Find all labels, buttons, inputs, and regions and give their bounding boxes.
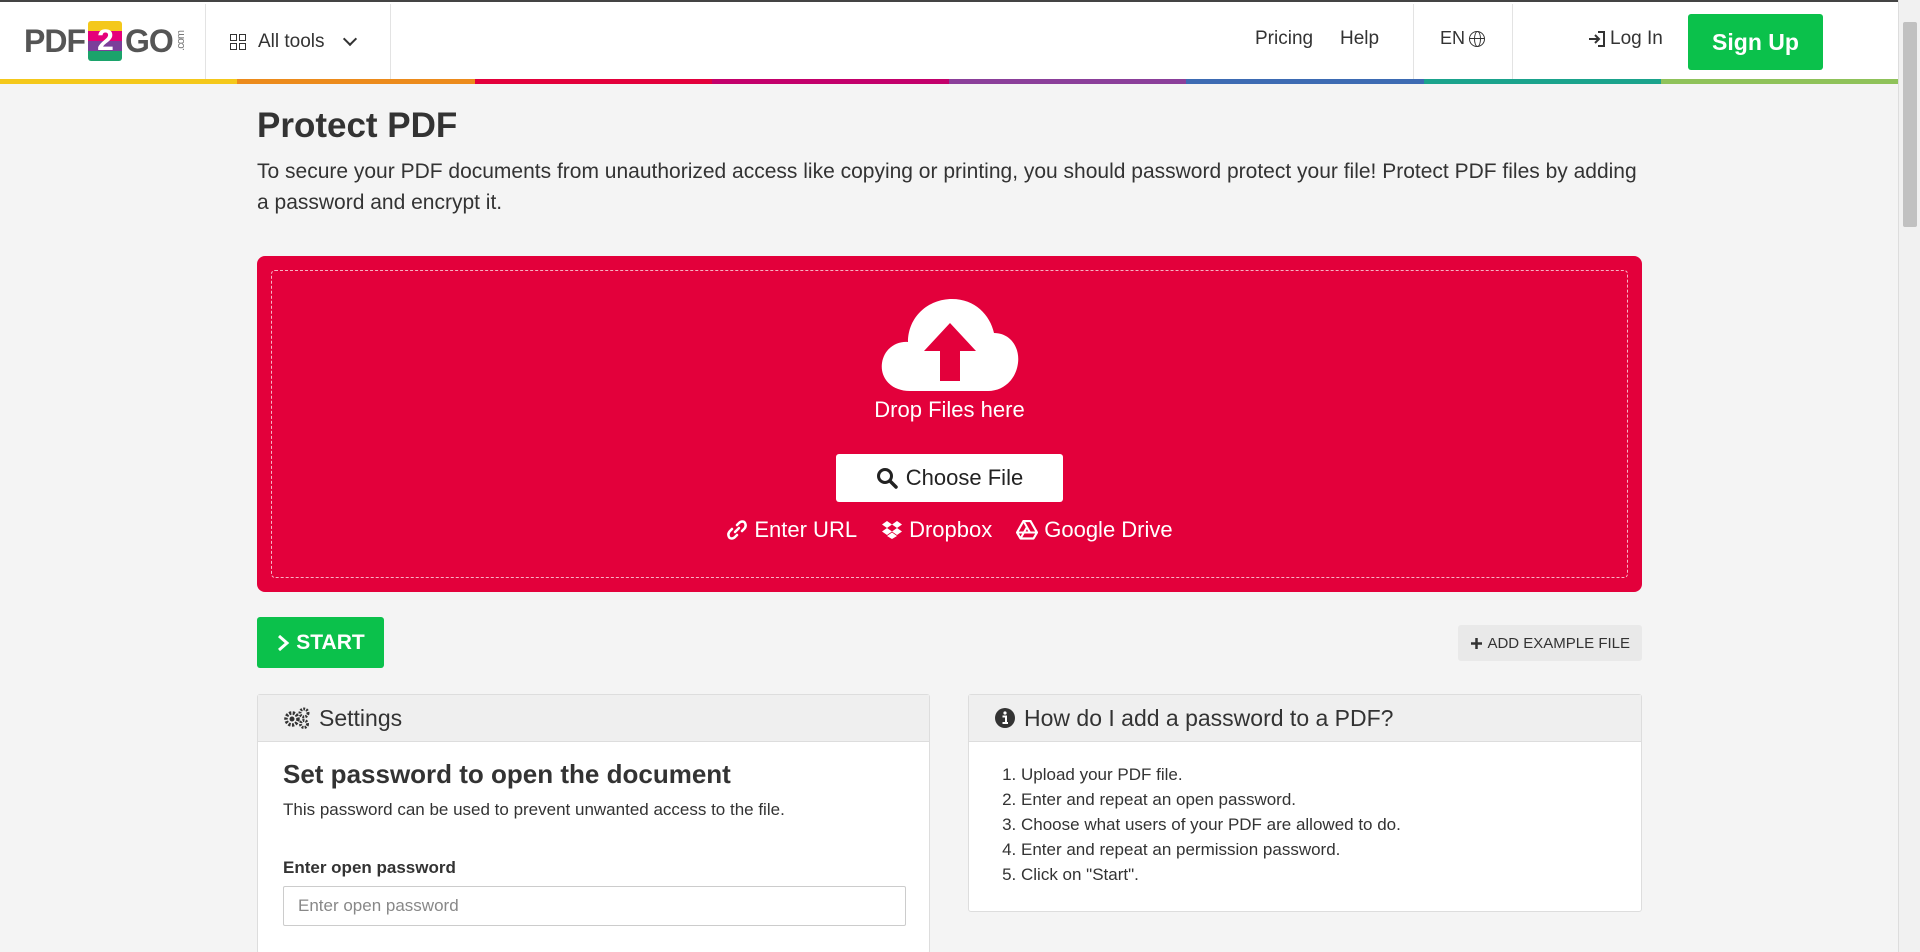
grid-icon bbox=[230, 34, 246, 50]
scrollbar-thumb[interactable] bbox=[1903, 22, 1917, 227]
chevron-right-icon bbox=[278, 634, 290, 651]
google-drive-icon bbox=[1016, 520, 1039, 540]
rainbow-segment bbox=[1186, 79, 1424, 84]
howto-step: Choose what users of your PDF are allowe… bbox=[1021, 812, 1641, 837]
add-example-file-button[interactable]: ADD EXAMPLE FILE bbox=[1458, 625, 1642, 661]
dropbox-icon bbox=[882, 521, 903, 539]
cloud-upload-icon bbox=[881, 299, 1019, 391]
sign-up-button[interactable]: Sign Up bbox=[1688, 14, 1823, 70]
info-circle-icon bbox=[995, 708, 1015, 728]
language-label: EN bbox=[1440, 28, 1466, 48]
rainbow-segment bbox=[1660, 79, 1898, 84]
rainbow-segment bbox=[711, 79, 949, 84]
link-icon bbox=[727, 520, 748, 540]
settings-description: This password can be used to prevent unw… bbox=[283, 800, 785, 819]
howto-header: How do I add a password to a PDF? bbox=[969, 695, 1641, 742]
rainbow-segment bbox=[1423, 79, 1661, 84]
drop-files-text: Drop Files here bbox=[874, 397, 1025, 422]
upload-sources: Enter URL Dropbox Google Drive bbox=[257, 517, 1642, 543]
header-divider bbox=[205, 4, 206, 80]
chevron-down-icon bbox=[342, 31, 357, 47]
top-header: PDF 2 GO .com All tools Pricing Help EN … bbox=[0, 0, 1898, 84]
plus-icon bbox=[1471, 637, 1483, 649]
howto-header-label: How do I add a password to a PDF? bbox=[1024, 704, 1394, 731]
search-icon bbox=[876, 468, 898, 489]
rainbow-segment bbox=[237, 79, 475, 84]
login-label: Log In bbox=[1610, 28, 1663, 49]
page-description: To secure your PDF documents from unauth… bbox=[257, 160, 1637, 214]
globe-icon bbox=[1469, 30, 1486, 47]
login-link[interactable]: Log In bbox=[1588, 28, 1663, 50]
logo-number: 2 bbox=[88, 21, 122, 61]
main-content: Protect PDF To secure your PDF documents… bbox=[257, 100, 1642, 952]
language-selector[interactable]: EN bbox=[1440, 28, 1486, 49]
rainbow-segment bbox=[0, 79, 238, 84]
sign-in-icon bbox=[1589, 31, 1605, 47]
header-divider bbox=[1512, 4, 1513, 80]
howto-step: Click on "Start". bbox=[1021, 862, 1641, 887]
enter-url-label: Enter URL bbox=[754, 517, 858, 542]
google-drive-label: Google Drive bbox=[1044, 517, 1173, 542]
choose-file-label: Choose File bbox=[905, 465, 1024, 490]
header-divider bbox=[390, 4, 391, 80]
header-divider bbox=[1413, 4, 1414, 80]
rainbow-bar bbox=[0, 79, 1898, 84]
all-tools-menu[interactable]: All tools bbox=[230, 24, 361, 60]
google-drive-link[interactable]: Google Drive bbox=[1016, 517, 1173, 543]
add-example-file-label: ADD EXAMPLE FILE bbox=[1487, 634, 1630, 652]
howto-step: Enter and repeat an permission password. bbox=[1021, 837, 1641, 862]
nav-help[interactable]: Help bbox=[1340, 28, 1379, 50]
start-button[interactable]: START bbox=[257, 617, 384, 668]
page-scrollbar[interactable] bbox=[1898, 0, 1920, 952]
rainbow-segment bbox=[474, 79, 712, 84]
enter-url-link[interactable]: Enter URL bbox=[726, 517, 857, 543]
dropbox-label: Dropbox bbox=[909, 517, 993, 542]
file-dropzone[interactable]: Drop Files here Choose File Enter URL Dr… bbox=[257, 256, 1642, 592]
dropbox-link[interactable]: Dropbox bbox=[881, 517, 992, 543]
settings-header-label: Settings bbox=[319, 704, 403, 731]
start-label: START bbox=[296, 630, 365, 654]
settings-panel: Settings Set password to open the docume… bbox=[257, 694, 930, 952]
page-title: Protect PDF bbox=[257, 106, 458, 145]
howto-panel: How do I add a password to a PDF? Upload… bbox=[968, 694, 1642, 912]
all-tools-label: All tools bbox=[258, 31, 325, 52]
gears-icon bbox=[284, 707, 310, 729]
open-password-label: Enter open password bbox=[283, 858, 456, 877]
settings-title: Set password to open the document bbox=[283, 759, 731, 789]
logo[interactable]: PDF 2 GO .com bbox=[24, 18, 187, 64]
nav-pricing[interactable]: Pricing bbox=[1255, 28, 1313, 50]
howto-step: Enter and repeat an open password. bbox=[1021, 787, 1641, 812]
logo-text-right: GO bbox=[125, 22, 174, 59]
settings-header: Settings bbox=[258, 695, 929, 742]
choose-file-button[interactable]: Choose File bbox=[836, 454, 1063, 502]
open-password-input[interactable] bbox=[283, 886, 906, 926]
logo-text-left: PDF bbox=[24, 22, 86, 59]
rainbow-segment bbox=[949, 79, 1187, 84]
howto-steps: Upload your PDF file. Enter and repeat a… bbox=[1021, 762, 1641, 887]
howto-step: Upload your PDF file. bbox=[1021, 762, 1641, 787]
logo-domain: .com bbox=[174, 31, 187, 51]
